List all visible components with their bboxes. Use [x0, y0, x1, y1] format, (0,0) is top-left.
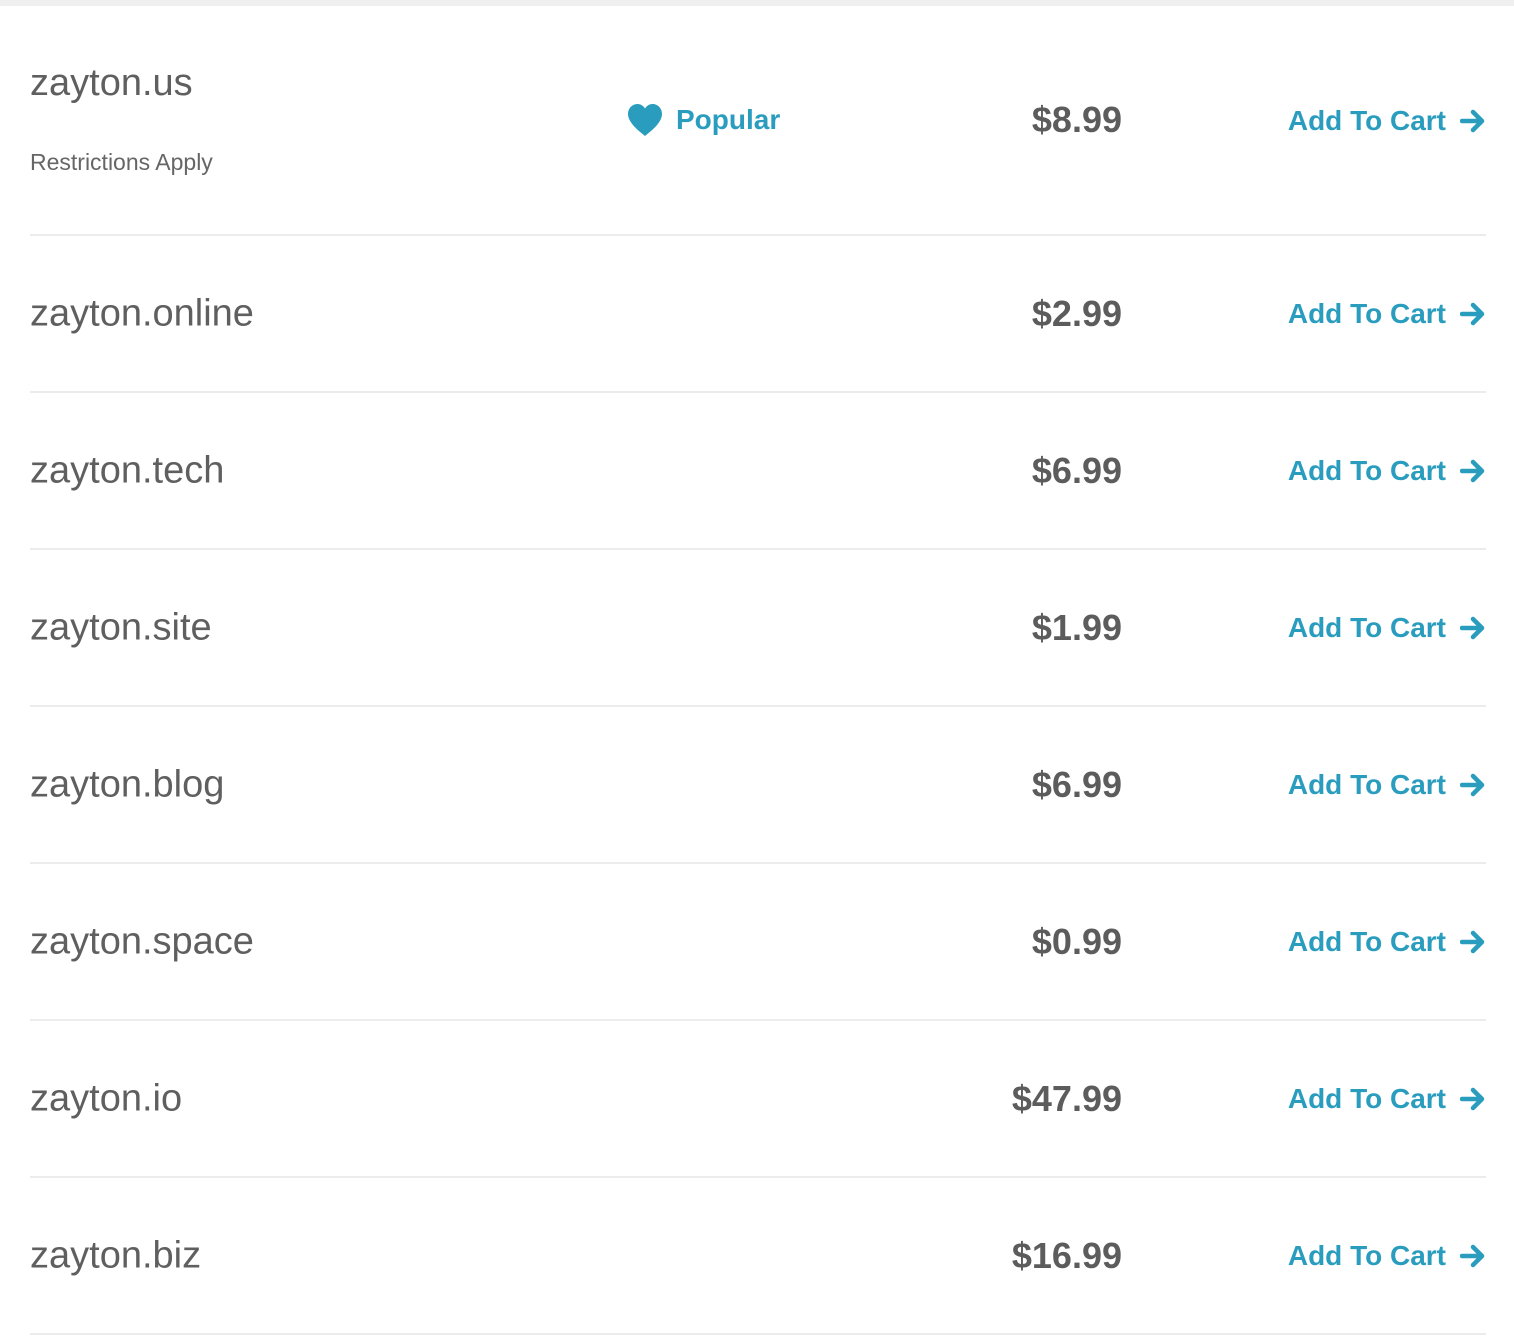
arrow-right-icon — [1460, 773, 1485, 796]
add-to-cart-label: Add To Cart — [1287, 105, 1446, 136]
domain-row: zayton.io $47.99 Add To Cart — [30, 1021, 1486, 1178]
price: $0.99 — [1031, 920, 1122, 962]
add-to-cart-label: Add To Cart — [1287, 611, 1446, 643]
domain-row: zayton.site $1.99 Add To Cart — [30, 550, 1486, 707]
arrow-right-icon — [1460, 616, 1485, 639]
add-to-cart-label: Add To Cart — [1287, 454, 1446, 486]
add-to-cart-label: Add To Cart — [1287, 768, 1446, 800]
add-to-cart-button[interactable]: Add To Cart — [1288, 1240, 1486, 1272]
popular-badge: Popular — [626, 103, 780, 137]
add-to-cart-button[interactable]: Add To Cart — [1288, 298, 1486, 330]
domain-row: zayton.space $0.99 Add To Cart — [30, 864, 1486, 1021]
domain-name: zayton.space — [30, 920, 254, 962]
add-to-cart-label: Add To Cart — [1287, 1082, 1446, 1114]
add-to-cart-label: Add To Cart — [1287, 297, 1446, 329]
arrow-right-icon — [1460, 109, 1485, 133]
domain-row: zayton.tech $6.99 Add To Cart — [30, 393, 1486, 550]
domain-name: zayton.io — [30, 1077, 183, 1119]
add-to-cart-label: Add To Cart — [1287, 1239, 1446, 1271]
arrow-right-icon — [1460, 1087, 1485, 1110]
add-to-cart-button[interactable]: Add To Cart — [1288, 1083, 1486, 1115]
price: $16.99 — [1011, 1234, 1122, 1276]
restriction-note: Restrictions Apply — [30, 149, 213, 175]
domain-name: zayton.tech — [30, 449, 225, 491]
price: $6.99 — [1031, 449, 1122, 491]
arrow-right-icon — [1460, 302, 1485, 325]
add-to-cart-button[interactable]: Add To Cart — [1288, 926, 1486, 958]
domain-results-list: zayton.us Restrictions Apply Popular $8.… — [30, 6, 1486, 1335]
add-to-cart-button[interactable]: Add To Cart — [1288, 769, 1486, 801]
add-to-cart-button[interactable]: Add To Cart — [1288, 455, 1486, 487]
price: $47.99 — [1011, 1077, 1122, 1119]
price: $1.99 — [1031, 606, 1122, 648]
arrow-right-icon — [1460, 1244, 1485, 1267]
price: $8.99 — [1031, 99, 1122, 140]
domain-row: zayton.online $2.99 Add To Cart — [30, 236, 1486, 393]
domain-row: zayton.blog $6.99 Add To Cart — [30, 707, 1486, 864]
price: $2.99 — [1031, 292, 1122, 334]
domain-name: zayton.biz — [30, 1234, 202, 1276]
domain-name: zayton.site — [30, 606, 212, 648]
domain-row: zayton.biz $16.99 Add To Cart — [30, 1178, 1486, 1335]
domain-name: zayton.blog — [30, 763, 225, 805]
popular-label: Popular — [676, 104, 781, 135]
price: $6.99 — [1031, 763, 1122, 805]
domain-row: zayton.us Restrictions Apply Popular $8.… — [30, 6, 1486, 236]
arrow-right-icon — [1460, 459, 1485, 482]
domain-name: zayton.us — [30, 62, 193, 104]
arrow-right-icon — [1460, 930, 1485, 953]
add-to-cart-button[interactable]: Add To Cart — [1288, 612, 1486, 644]
heart-icon — [628, 104, 662, 136]
add-to-cart-label: Add To Cart — [1287, 925, 1446, 957]
add-to-cart-button[interactable]: Add To Cart — [1288, 105, 1486, 137]
domain-name: zayton.online — [30, 292, 254, 334]
